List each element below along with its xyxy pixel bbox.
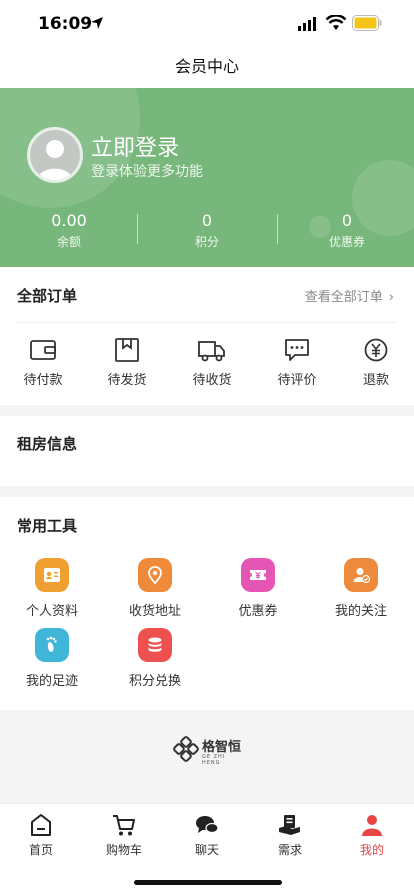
login-subtitle: 登录体验更多功能 [91, 164, 203, 180]
login-link[interactable]: 立即登录 [91, 130, 179, 162]
tool-footprints[interactable]: 我的足迹 [2, 628, 102, 689]
order-pending-review[interactable]: 待评价 [262, 337, 332, 388]
tool-label: 个人资料 [25, 604, 78, 619]
order-label: 退款 [362, 373, 389, 388]
profile-header: 立即登录 登录体验更多功能 0.00 余额 0 积分 0 优惠券 [0, 88, 414, 267]
orders-title: 全部订单 [17, 287, 78, 305]
stat-label: 优惠券 [328, 235, 365, 249]
stat-coupons[interactable]: 0 优惠券 [278, 211, 414, 250]
tab-label: 首页 [28, 843, 53, 857]
tool-points-exchange[interactable]: 积分兑换 [105, 628, 205, 689]
user-icon [362, 815, 382, 836]
tool-coupons[interactable]: 优惠券 [208, 558, 308, 619]
wallet-icon [30, 340, 56, 360]
brand-sub: GE ZHI HENG [202, 754, 226, 766]
home-indicator [134, 880, 282, 885]
profile-card-icon [35, 558, 69, 592]
order-label: 待评价 [277, 373, 317, 388]
demand-icon [279, 815, 300, 835]
points-coins-icon [138, 628, 172, 662]
tool-label: 收货地址 [128, 604, 181, 619]
stat-label: 积分 [194, 235, 219, 249]
stat-label: 余额 [56, 235, 81, 249]
cellular-signal-icon [298, 17, 316, 31]
tab-home[interactable]: 首页 [6, 812, 76, 858]
status-bar: 16:09 [0, 0, 414, 48]
tab-mine[interactable]: 我的 [337, 812, 407, 858]
refund-icon [364, 338, 388, 362]
stat-points[interactable]: 0 积分 [138, 211, 276, 250]
brand-name: 格智恒 [202, 740, 242, 755]
default-avatar-icon [30, 130, 80, 180]
truck-icon [198, 341, 225, 362]
order-label: 待收货 [192, 373, 232, 388]
chat-icon [196, 816, 219, 834]
order-label: 待发货 [107, 373, 147, 388]
tab-label: 需求 [277, 843, 302, 857]
tools-card: 常用工具 个人资料 收货地址 优惠券 我的关注 我的足迹 积分兑换 [0, 497, 414, 710]
rental-title: 租房信息 [17, 435, 78, 453]
follow-user-icon [344, 558, 378, 592]
tab-label: 我的 [359, 843, 384, 857]
tool-label: 我的关注 [334, 604, 387, 619]
brand-mark-icon [173, 736, 199, 762]
chevron-right-icon: › [388, 290, 394, 305]
order-pending-shipment[interactable]: 待发货 [92, 337, 162, 388]
tool-following[interactable]: 我的关注 [311, 558, 411, 619]
order-label: 待付款 [23, 373, 63, 388]
wifi-icon [326, 15, 346, 30]
tool-label: 我的足迹 [25, 674, 78, 689]
tab-demand[interactable]: 需求 [255, 812, 325, 858]
home-icon [31, 814, 51, 836]
orders-card: 全部订单 查看全部订单 › 待付款 待发货 待收货 待评价 退款 [0, 267, 414, 405]
tool-label: 优惠券 [238, 604, 278, 619]
view-all-label: 查看全部订单 [304, 290, 383, 305]
stat-balance[interactable]: 0.00 余额 [0, 211, 138, 250]
avatar[interactable] [27, 127, 83, 183]
stat-value: 0.00 [51, 211, 87, 230]
brand-logo: 格智恒 GE ZHI HENG [173, 732, 243, 766]
coupon-icon [241, 558, 275, 592]
order-refund[interactable]: 退款 [341, 337, 411, 388]
tab-label: 聊天 [194, 843, 219, 857]
order-pending-receipt[interactable]: 待收货 [177, 337, 247, 388]
tool-profile[interactable]: 个人资料 [2, 558, 102, 619]
brand-footer: 格智恒 GE ZHI HENG [0, 710, 414, 803]
tool-address[interactable]: 收货地址 [105, 558, 205, 619]
tab-cart[interactable]: 购物车 [89, 812, 159, 858]
package-icon [115, 338, 139, 362]
tool-label: 积分兑换 [128, 674, 181, 689]
battery-icon [352, 15, 382, 31]
order-pending-payment[interactable]: 待付款 [8, 337, 78, 388]
status-time: 16:09 [38, 14, 93, 34]
stat-value: 0 [201, 211, 213, 230]
nav-bar: 会员中心 [0, 48, 414, 88]
location-arrow-icon [91, 17, 103, 29]
rental-card[interactable]: 租房信息 [0, 416, 414, 486]
footprint-icon [35, 628, 69, 662]
tab-chat[interactable]: 聊天 [172, 812, 242, 858]
comment-icon [285, 339, 309, 361]
divider [17, 322, 397, 323]
location-pin-icon [138, 558, 172, 592]
tools-title: 常用工具 [17, 517, 78, 535]
stat-value: 0 [341, 211, 353, 230]
view-all-orders-link[interactable]: 查看全部订单 › [305, 286, 394, 305]
page-title: 会员中心 [174, 57, 239, 76]
cart-icon [113, 815, 135, 836]
tab-label: 购物车 [105, 843, 142, 857]
